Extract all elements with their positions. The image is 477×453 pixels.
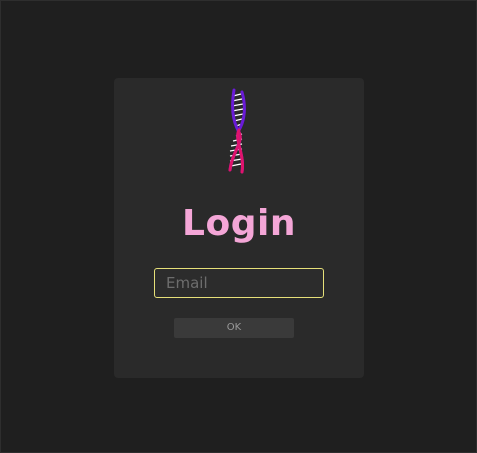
dna-helix-icon [228,88,246,174]
login-card: Login OK [114,78,364,378]
ok-button[interactable]: OK [174,318,294,338]
page-title: Login [182,203,296,244]
email-field[interactable] [154,268,324,298]
